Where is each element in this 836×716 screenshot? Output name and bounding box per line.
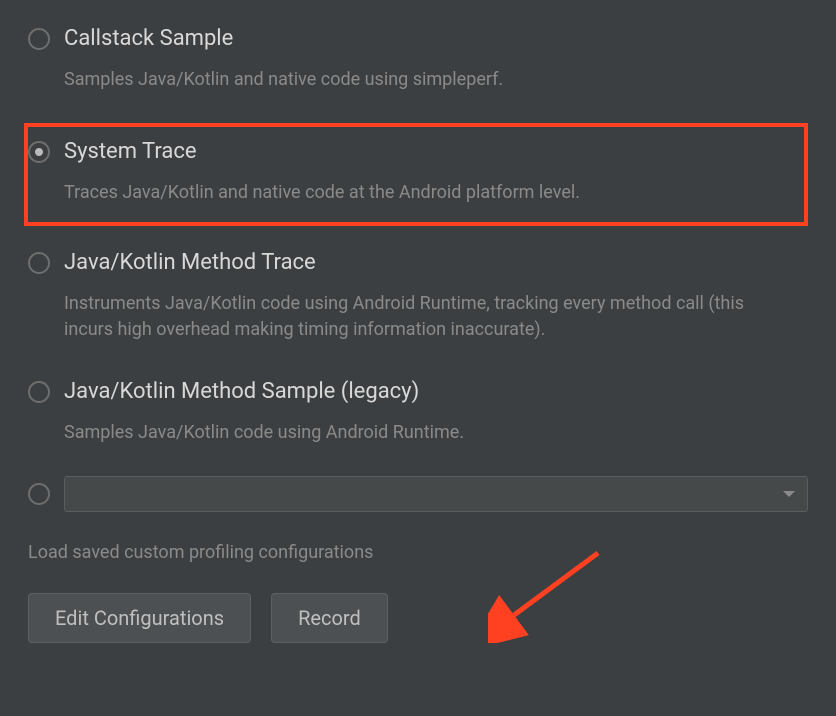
option-method-trace: Java/Kotlin Method Trace Instruments Jav… bbox=[28, 244, 808, 349]
record-button[interactable]: Record bbox=[271, 593, 388, 643]
option-title: System Trace bbox=[64, 139, 197, 164]
option-description: Samples Java/Kotlin and native code usin… bbox=[64, 67, 744, 93]
custom-config-row bbox=[28, 476, 808, 512]
hint-text: Load saved custom profiling configuratio… bbox=[28, 542, 808, 563]
option-description: Traces Java/Kotlin and native code at th… bbox=[64, 180, 744, 206]
radio-method-sample-legacy[interactable] bbox=[28, 381, 50, 403]
option-title: Java/Kotlin Method Trace bbox=[64, 250, 316, 275]
custom-config-dropdown[interactable] bbox=[64, 476, 808, 512]
radio-method-trace[interactable] bbox=[28, 252, 50, 274]
option-title: Java/Kotlin Method Sample (legacy) bbox=[64, 379, 419, 404]
radio-callstack-sample[interactable] bbox=[28, 28, 50, 50]
option-description: Instruments Java/Kotlin code using Andro… bbox=[64, 291, 744, 343]
chevron-down-icon bbox=[783, 491, 795, 497]
edit-configurations-button[interactable]: Edit Configurations bbox=[28, 593, 251, 643]
option-method-sample-legacy: Java/Kotlin Method Sample (legacy) Sampl… bbox=[28, 373, 808, 452]
option-description: Samples Java/Kotlin code using Android R… bbox=[64, 420, 744, 446]
button-row: Edit Configurations Record bbox=[28, 593, 808, 643]
option-callstack-sample: Callstack Sample Samples Java/Kotlin and… bbox=[28, 20, 808, 99]
radio-system-trace[interactable] bbox=[28, 141, 50, 163]
option-system-trace: System Trace Traces Java/Kotlin and nati… bbox=[24, 123, 808, 226]
option-title: Callstack Sample bbox=[64, 26, 233, 51]
radio-custom-config[interactable] bbox=[28, 483, 50, 505]
